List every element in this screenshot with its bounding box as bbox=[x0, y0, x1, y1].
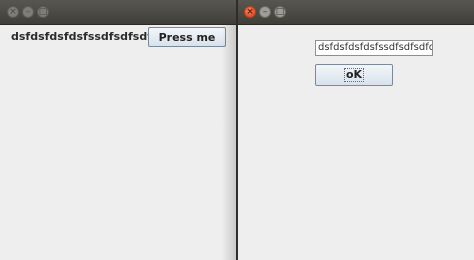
close-icon[interactable]: × bbox=[7, 6, 19, 18]
close-icon[interactable]: × bbox=[244, 6, 256, 18]
ok-button-label: oK bbox=[343, 68, 365, 82]
right-titlebar: × – □ bbox=[238, 0, 474, 25]
left-window: × – □ dsfdsfdsfdsfssdfsdfsdfd Press me bbox=[0, 0, 236, 260]
window-shadow bbox=[222, 25, 236, 260]
minimize-icon[interactable]: – bbox=[259, 6, 271, 18]
press-me-button[interactable]: Press me bbox=[148, 27, 226, 47]
maximize-icon[interactable]: □ bbox=[37, 6, 49, 18]
maximize-icon[interactable]: □ bbox=[274, 6, 286, 18]
left-titlebar: × – □ bbox=[0, 0, 236, 25]
text-label: dsfdsfdsfdsfssdfsdfsdfd bbox=[11, 30, 160, 43]
text-input-field[interactable]: dsfdsfdsfdsfssdfsdfsdfd bbox=[315, 40, 433, 56]
minimize-icon[interactable]: – bbox=[22, 6, 34, 18]
ok-button[interactable]: oK bbox=[315, 64, 393, 86]
right-window: × – □ bbox=[237, 0, 474, 260]
